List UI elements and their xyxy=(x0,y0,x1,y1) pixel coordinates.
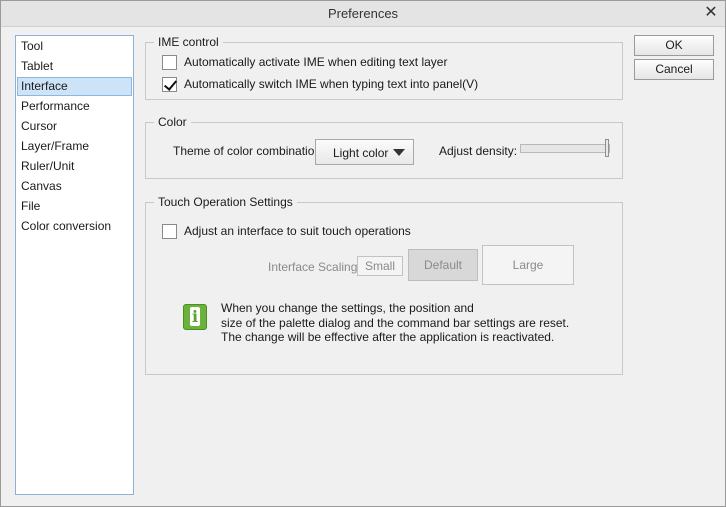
sidebar-item-layer-frame[interactable]: Layer/Frame xyxy=(17,137,132,156)
sidebar-item-cursor[interactable]: Cursor xyxy=(17,117,132,136)
auto-switch-ime-label: Automatically switch IME when typing tex… xyxy=(184,77,479,91)
sidebar-item-color-conversion[interactable]: Color conversion xyxy=(17,217,132,236)
density-label: Adjust density: xyxy=(439,144,518,158)
touch-adjust-row[interactable]: Adjust an interface to suit touch operat… xyxy=(162,223,411,239)
chevron-down-icon xyxy=(393,149,405,156)
theme-label: Theme of color combination: xyxy=(173,144,325,158)
sidebar-item-interface[interactable]: Interface xyxy=(17,77,132,96)
theme-value: Light color xyxy=(333,146,389,160)
auto-activate-ime-label: Automatically activate IME when editing … xyxy=(184,55,448,69)
auto-activate-ime-row[interactable]: Automatically activate IME when editing … xyxy=(162,54,447,70)
category-list: Tool Tablet Interface Performance Cursor… xyxy=(15,35,134,495)
window-title: Preferences xyxy=(327,6,399,21)
scaling-small-button[interactable]: Small xyxy=(357,256,403,276)
touch-group-label: Touch Operation Settings xyxy=(154,194,297,210)
preferences-dialog: Preferences ✕ Tool Tablet Interface Perf… xyxy=(0,0,726,507)
sidebar-item-performance[interactable]: Performance xyxy=(17,97,132,116)
touch-settings-group: Touch Operation Settings Adjust an inter… xyxy=(145,194,623,375)
touch-info-line-2: size of the palette dialog and the comma… xyxy=(221,315,570,330)
color-group: Color Theme of color combination: Light … xyxy=(145,114,623,179)
sidebar-item-file[interactable]: File xyxy=(17,197,132,216)
theme-dropdown[interactable]: Light color xyxy=(315,139,414,165)
touch-adjust-label: Adjust an interface to suit touch operat… xyxy=(184,224,411,238)
scaling-default-button[interactable]: Default xyxy=(408,249,478,281)
auto-switch-ime-row[interactable]: Automatically switch IME when typing tex… xyxy=(162,76,478,92)
density-slider-track[interactable] xyxy=(520,144,610,153)
checkmark-icon[interactable] xyxy=(162,76,177,92)
density-slider-thumb[interactable] xyxy=(605,139,609,157)
touch-info-text: When you change the settings, the positi… xyxy=(221,301,569,345)
close-icon[interactable]: ✕ xyxy=(701,4,721,24)
ok-button[interactable]: OK xyxy=(634,35,714,56)
touch-info-line-1: When you change the settings, the positi… xyxy=(221,301,474,315)
auto-activate-ime-checkbox[interactable] xyxy=(162,54,177,70)
title-bar: Preferences ✕ xyxy=(1,1,725,27)
ime-group-label: IME control xyxy=(154,34,223,50)
sidebar-item-tablet[interactable]: Tablet xyxy=(17,57,132,76)
touch-adjust-checkbox[interactable] xyxy=(162,223,177,239)
sidebar-item-canvas[interactable]: Canvas xyxy=(17,177,132,196)
info-icon: i xyxy=(183,304,207,330)
scaling-large-button[interactable]: Large xyxy=(482,245,574,285)
cancel-button[interactable]: Cancel xyxy=(634,59,714,80)
touch-info-line-3: The change will be effective after the a… xyxy=(221,330,555,344)
color-group-label: Color xyxy=(154,114,191,130)
ime-control-group: IME control Automatically activate IME w… xyxy=(145,34,623,100)
sidebar-item-ruler-unit[interactable]: Ruler/Unit xyxy=(17,157,132,176)
sidebar-item-tool[interactable]: Tool xyxy=(17,37,132,56)
interface-scaling-label: Interface Scaling: xyxy=(268,260,361,274)
